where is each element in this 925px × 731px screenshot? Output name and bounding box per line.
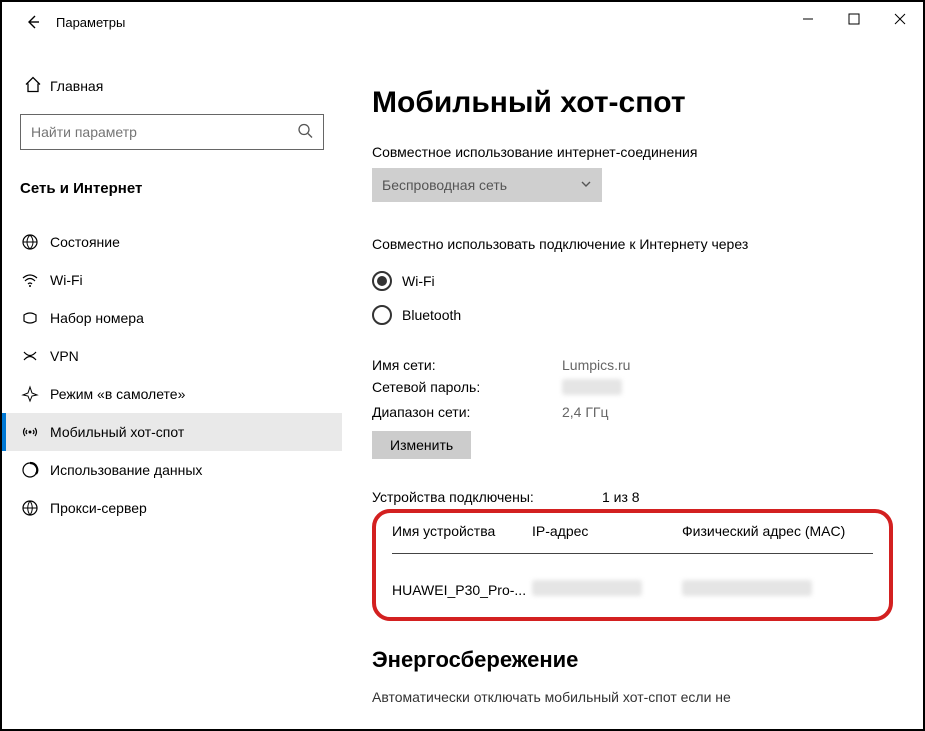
maximize-button[interactable] xyxy=(831,2,877,36)
device-count-value: 1 из 8 xyxy=(602,489,640,505)
home-icon xyxy=(24,76,42,97)
device-table: Имя устройства IP-адрес Физический адрес… xyxy=(392,523,873,599)
radio-bluetooth[interactable]: Bluetooth xyxy=(372,298,893,332)
share-label: Совместное использование интернет-соедин… xyxy=(372,144,893,160)
sidebar-item-label: Использование данных xyxy=(50,462,202,478)
close-button[interactable] xyxy=(877,2,923,36)
netpass-value xyxy=(562,379,622,398)
cell-ip xyxy=(532,580,682,599)
page-heading: Мобильный хот-спот xyxy=(372,86,893,120)
network-info: Имя сети: Lumpics.ru Сетевой пароль: Диа… xyxy=(372,354,893,459)
sidebar-item-label: Wi-Fi xyxy=(50,272,83,288)
sidebar-item-dialup[interactable]: Набор номера xyxy=(2,299,342,337)
window-title: Параметры xyxy=(56,15,125,30)
radio-wifi-label: Wi-Fi xyxy=(402,273,435,289)
netname-value: Lumpics.ru xyxy=(562,357,630,373)
minimize-button[interactable] xyxy=(785,2,831,36)
edit-button[interactable]: Изменить xyxy=(372,431,471,459)
close-icon xyxy=(894,13,906,25)
col-mac: Физический адрес (MAC) xyxy=(682,523,873,539)
device-table-highlight: Имя устройства IP-адрес Физический адрес… xyxy=(372,509,893,621)
share-dropdown[interactable]: Беспроводная сеть xyxy=(372,168,602,202)
radio-icon xyxy=(372,271,392,291)
search-input[interactable] xyxy=(31,124,287,140)
col-ip: IP-адрес xyxy=(532,523,682,539)
radio-bluetooth-label: Bluetooth xyxy=(402,307,461,323)
back-button[interactable] xyxy=(16,5,50,39)
search-input-wrapper[interactable] xyxy=(20,114,324,150)
sidebar-item-label: VPN xyxy=(50,348,79,364)
energy-heading: Энергосбережение xyxy=(372,647,893,673)
maximize-icon xyxy=(848,13,860,25)
window-controls xyxy=(785,2,923,36)
sidebar-item-status[interactable]: Состояние xyxy=(2,223,342,261)
radio-wifi[interactable]: Wi-Fi xyxy=(372,264,893,298)
sidebar-home-label: Главная xyxy=(50,78,103,94)
col-device-name: Имя устройства xyxy=(392,523,532,539)
sidebar-item-label: Режим «в самолете» xyxy=(50,386,185,402)
titlebar: Параметры xyxy=(2,2,923,42)
minimize-icon xyxy=(802,13,814,25)
hotspot-icon xyxy=(20,422,40,442)
sidebar-item-hotspot[interactable]: Мобильный хот-спот xyxy=(2,413,342,451)
sidebar-item-vpn[interactable]: VPN xyxy=(2,337,342,375)
chevron-down-icon xyxy=(580,177,592,193)
dialup-icon xyxy=(20,308,40,328)
wifi-icon xyxy=(20,270,40,290)
sidebar-item-proxy[interactable]: Прокси-сервер xyxy=(2,489,342,527)
netname-label: Имя сети: xyxy=(372,357,562,373)
device-count-label: Устройства подключены: xyxy=(372,489,602,505)
sidebar-category: Сеть и Интернет xyxy=(2,172,342,205)
radio-icon xyxy=(372,305,392,325)
sidebar-item-label: Состояние xyxy=(50,234,120,250)
proxy-icon xyxy=(20,498,40,518)
band-value: 2,4 ГГц xyxy=(562,404,609,420)
energy-desc: Автоматически отключать мобильный хот-сп… xyxy=(372,689,893,705)
status-icon xyxy=(20,232,40,252)
vpn-icon xyxy=(20,346,40,366)
device-count-row: Устройства подключены: 1 из 8 xyxy=(372,489,893,505)
netpass-label: Сетевой пароль: xyxy=(372,379,562,398)
cell-mac xyxy=(682,580,873,599)
arrow-left-icon xyxy=(25,14,41,30)
sidebar-item-data-usage[interactable]: Использование данных xyxy=(2,451,342,489)
share-over-label: Совместно использовать подключение к Инт… xyxy=(372,236,893,252)
share-dropdown-value: Беспроводная сеть xyxy=(382,177,507,193)
sidebar-item-label: Прокси-сервер xyxy=(50,500,147,516)
sidebar-item-label: Набор номера xyxy=(50,310,144,326)
search-icon xyxy=(297,123,313,142)
table-row: HUAWEI_P30_Pro-... xyxy=(392,554,873,599)
sidebar-home[interactable]: Главная xyxy=(2,72,342,100)
sidebar: Главная Сеть и Интернет Состояние Wi-Fi … xyxy=(2,42,342,729)
content-area: Мобильный хот-спот Совместное использова… xyxy=(372,42,913,729)
band-label: Диапазон сети: xyxy=(372,404,562,420)
data-usage-icon xyxy=(20,460,40,480)
cell-device-name: HUAWEI_P30_Pro-... xyxy=(392,582,532,598)
sidebar-item-airplane[interactable]: Режим «в самолете» xyxy=(2,375,342,413)
airplane-icon xyxy=(20,384,40,404)
table-header: Имя устройства IP-адрес Физический адрес… xyxy=(392,523,873,554)
sidebar-item-wifi[interactable]: Wi-Fi xyxy=(2,261,342,299)
sidebar-item-label: Мобильный хот-спот xyxy=(50,424,184,440)
